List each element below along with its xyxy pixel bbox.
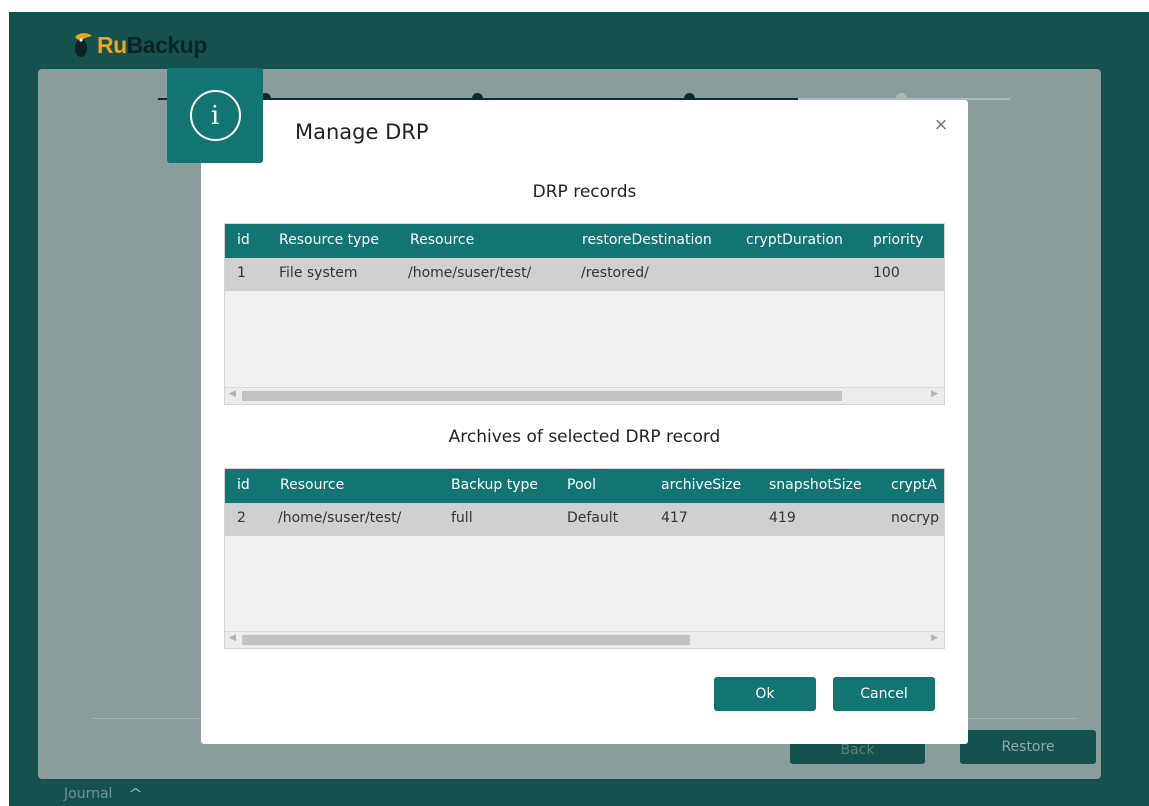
cell-restore-destination: /restored/	[581, 265, 649, 281]
cell-archive-size: 417	[661, 510, 688, 526]
manage-drp-dialog: Manage DRP × DRP records id Resource typ…	[201, 100, 968, 744]
dialog-title: Manage DRP	[295, 120, 429, 144]
cell-id: 1	[237, 265, 246, 281]
scrollbar-thumb[interactable]	[242, 635, 690, 645]
archives-title: Archives of selected DRP record	[448, 427, 721, 447]
cell-priority: 100	[873, 265, 900, 281]
cell-snapshot-size: 419	[769, 510, 796, 526]
scroll-left-icon[interactable]: ◀	[229, 633, 236, 643]
table-row[interactable]: 1 File system /home/suser/test/ /restore…	[225, 258, 944, 291]
scrollbar-thumb[interactable]	[242, 391, 842, 401]
archives-table[interactable]: id Resource Backup type Pool archiveSize…	[224, 468, 945, 649]
scroll-left-icon[interactable]: ◀	[229, 389, 236, 399]
table-row[interactable]: 2 /home/suser/test/ full Default 417 419…	[225, 503, 944, 536]
journal-label[interactable]: Journal	[64, 786, 112, 802]
cell-crypt-algorithm: nocryp	[891, 510, 940, 526]
drp-records-table[interactable]: id Resource type Resource restoreDestina…	[224, 223, 945, 405]
col-archive-size[interactable]: archiveSize	[661, 477, 741, 493]
chevron-up-icon[interactable]: ^	[128, 787, 143, 802]
info-icon: i	[189, 90, 241, 141]
col-resource-type[interactable]: Resource type	[279, 232, 379, 248]
col-resource[interactable]: Resource	[280, 477, 344, 493]
restore-button[interactable]: Restore	[960, 730, 1096, 764]
drp-table-header: id Resource type Resource restoreDestina…	[225, 224, 944, 258]
scroll-right-icon[interactable]: ▶	[931, 633, 938, 643]
rubackup-logo: RuBackup	[71, 30, 207, 60]
col-backup-type[interactable]: Backup type	[451, 477, 538, 493]
col-priority[interactable]: priority	[873, 232, 924, 248]
cell-resource: /home/suser/test/	[408, 265, 532, 281]
cell-id: 2	[237, 510, 246, 526]
drp-records-title: DRP records	[532, 182, 637, 202]
info-badge: i	[167, 68, 263, 163]
col-crypt-duration[interactable]: cryptDuration	[746, 232, 843, 248]
cancel-button[interactable]: Cancel	[833, 677, 935, 711]
cell-resource-type: File system	[279, 265, 358, 281]
col-crypt-algorithm[interactable]: cryptA	[891, 477, 937, 493]
scroll-right-icon[interactable]: ▶	[931, 389, 938, 399]
col-id[interactable]: id	[237, 232, 250, 248]
col-restore-destination[interactable]: restoreDestination	[582, 232, 712, 248]
horizontal-scrollbar[interactable]: ◀ ▶	[225, 631, 944, 648]
close-icon[interactable]: ×	[929, 113, 953, 137]
col-pool[interactable]: Pool	[567, 477, 596, 493]
cell-resource: /home/suser/test/	[278, 510, 402, 526]
col-id[interactable]: id	[237, 477, 250, 493]
logo-text-ru: Ru	[97, 31, 127, 58]
col-snapshot-size[interactable]: snapshotSize	[769, 477, 862, 493]
journal-bar[interactable]: Journal ^	[64, 786, 144, 802]
toucan-logo-icon	[75, 33, 92, 57]
ok-button[interactable]: Ok	[714, 677, 816, 711]
horizontal-scrollbar[interactable]: ◀ ▶	[225, 387, 944, 404]
col-resource[interactable]: Resource	[410, 232, 474, 248]
archives-table-header: id Resource Backup type Pool archiveSize…	[225, 469, 944, 503]
cell-pool: Default	[567, 510, 619, 526]
logo-text-backup: Backup	[126, 31, 208, 58]
cell-backup-type: full	[451, 510, 473, 526]
